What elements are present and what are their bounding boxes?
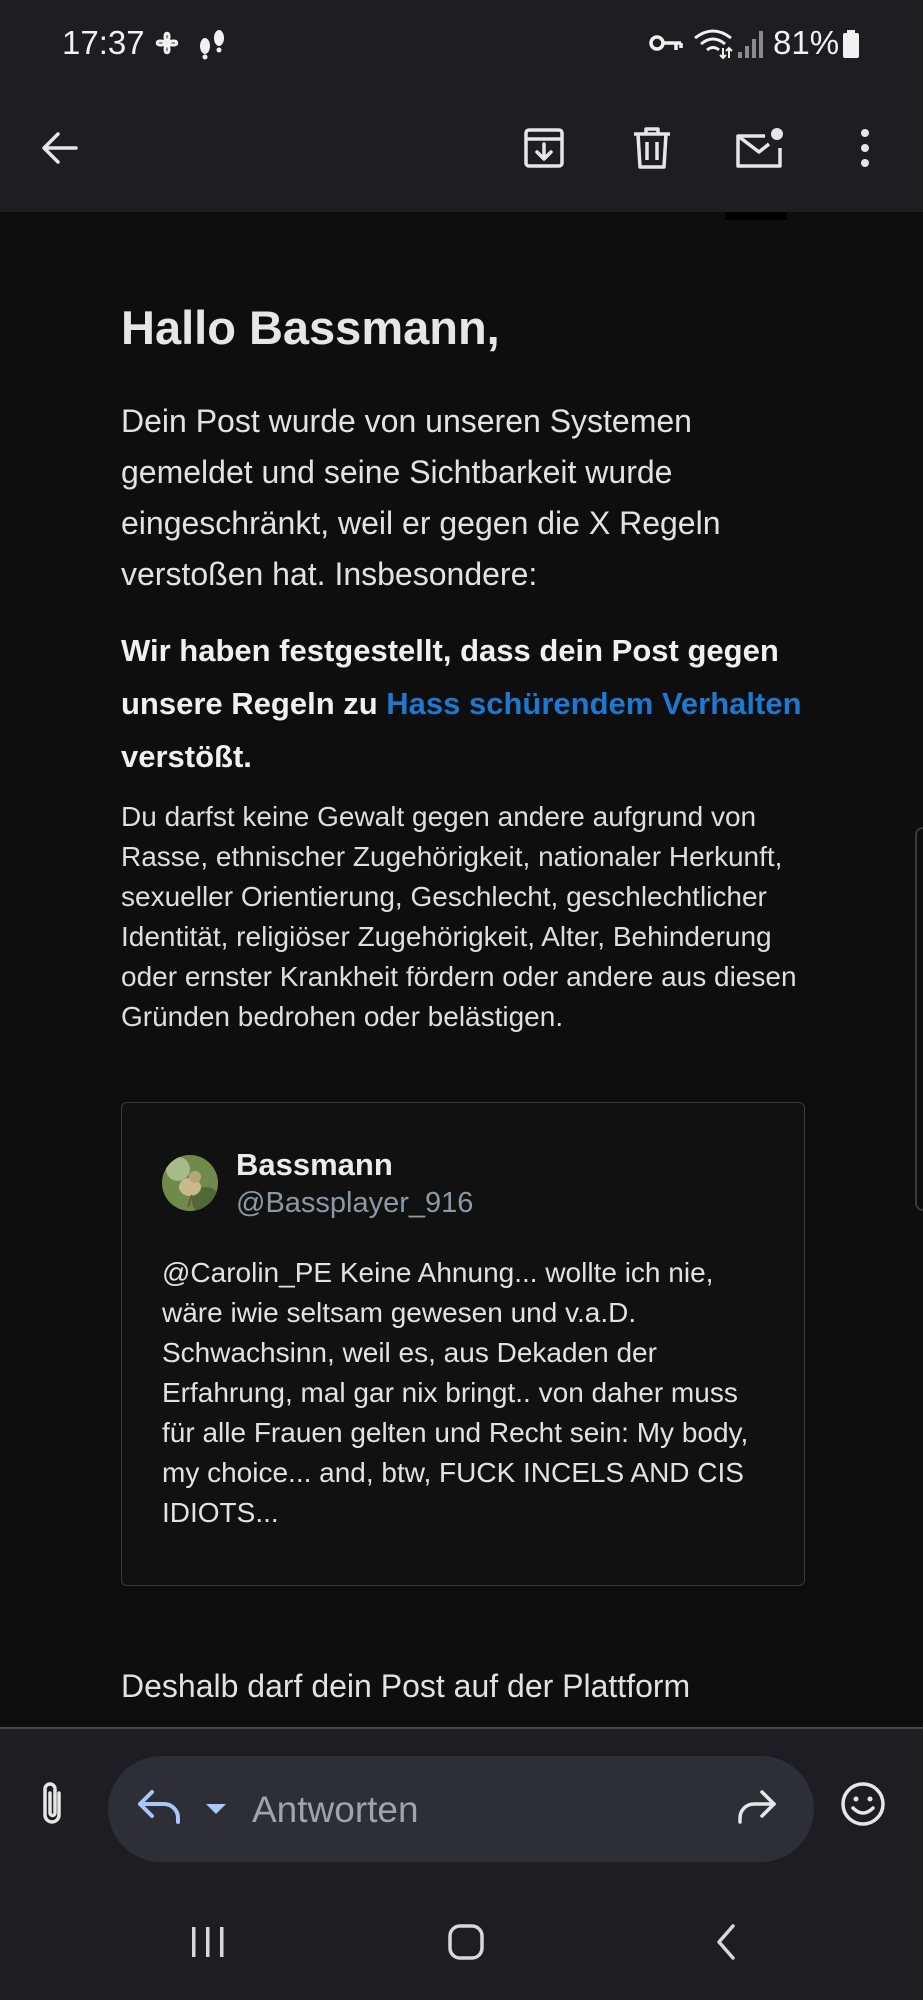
nav-back-icon <box>711 1922 741 1967</box>
email-toolbar <box>0 90 923 212</box>
rules-link[interactable]: Hass schürendem Verhalten <box>386 686 801 721</box>
chevron-down-icon[interactable] <box>204 1802 228 1821</box>
battery-icon <box>842 30 860 63</box>
greeting-heading: Hallo Bassmann, <box>121 301 500 354</box>
rule-description: Du darfst keine Gewalt gegen andere aufg… <box>121 801 797 1032</box>
violation-statement: Wir haben festgestellt, dass dein Post g… <box>121 624 821 783</box>
more-vert-icon <box>859 128 871 173</box>
nav-back-button[interactable] <box>686 1904 766 1984</box>
mail-unread-icon <box>735 126 785 175</box>
forward-icon[interactable] <box>736 1786 778 1831</box>
recents-button[interactable] <box>168 1904 248 1984</box>
signal-icon <box>737 26 765 65</box>
reply-input[interactable] <box>250 1776 684 1844</box>
arrow-left-icon <box>40 128 80 173</box>
battery-level: 81% <box>773 24 840 61</box>
post-author-handle: @Bassplayer_916 <box>236 1187 474 1219</box>
post-text: @Carolin_PE Keine Ahnung... wollte ich n… <box>162 1257 749 1528</box>
violation-suffix: verstößt. <box>121 739 252 774</box>
attach-button[interactable] <box>30 1779 74 1831</box>
archive-button[interactable] <box>508 114 580 186</box>
emoji-icon[interactable] <box>840 1781 886 1832</box>
reply-composer[interactable] <box>108 1756 814 1862</box>
quoted-post-card[interactable]: Bassmann @Bassplayer_916 @Carolin_PE Kei… <box>121 1102 805 1586</box>
reply-bar <box>0 1729 923 1870</box>
intro-paragraph: Dein Post wurde von unseren Systemen gem… <box>121 403 721 592</box>
mark-unread-button[interactable] <box>724 114 796 186</box>
delete-button[interactable] <box>616 114 688 186</box>
scrollbar[interactable] <box>915 827 923 1211</box>
divider <box>725 212 787 220</box>
post-author-name: Bassmann <box>236 1147 393 1182</box>
home-icon <box>446 1922 486 1967</box>
status-time: 17:37 <box>62 24 145 61</box>
trash-icon <box>632 126 672 175</box>
archive-icon <box>522 126 566 175</box>
status-bar: 17:37 81% <box>0 0 923 90</box>
more-options-button[interactable] <box>829 114 901 186</box>
notification-icon <box>195 26 229 65</box>
paperclip-icon <box>37 1779 67 1832</box>
trailing-paragraph: Deshalb darf dein Post auf der Plattform <box>121 1668 691 1704</box>
home-button[interactable] <box>426 1904 506 1984</box>
back-button[interactable] <box>24 114 96 186</box>
email-body[interactable]: Hallo Bassmann, Dein Post wurde von unse… <box>0 212 923 1728</box>
wifi-icon <box>693 26 733 65</box>
vpn-key-icon <box>648 30 684 61</box>
pinwheel-icon <box>150 26 184 65</box>
avatar <box>162 1155 218 1211</box>
reply-icon[interactable] <box>136 1786 182 1831</box>
system-nav-bar <box>0 1870 923 2000</box>
recents-icon <box>190 1925 226 1964</box>
